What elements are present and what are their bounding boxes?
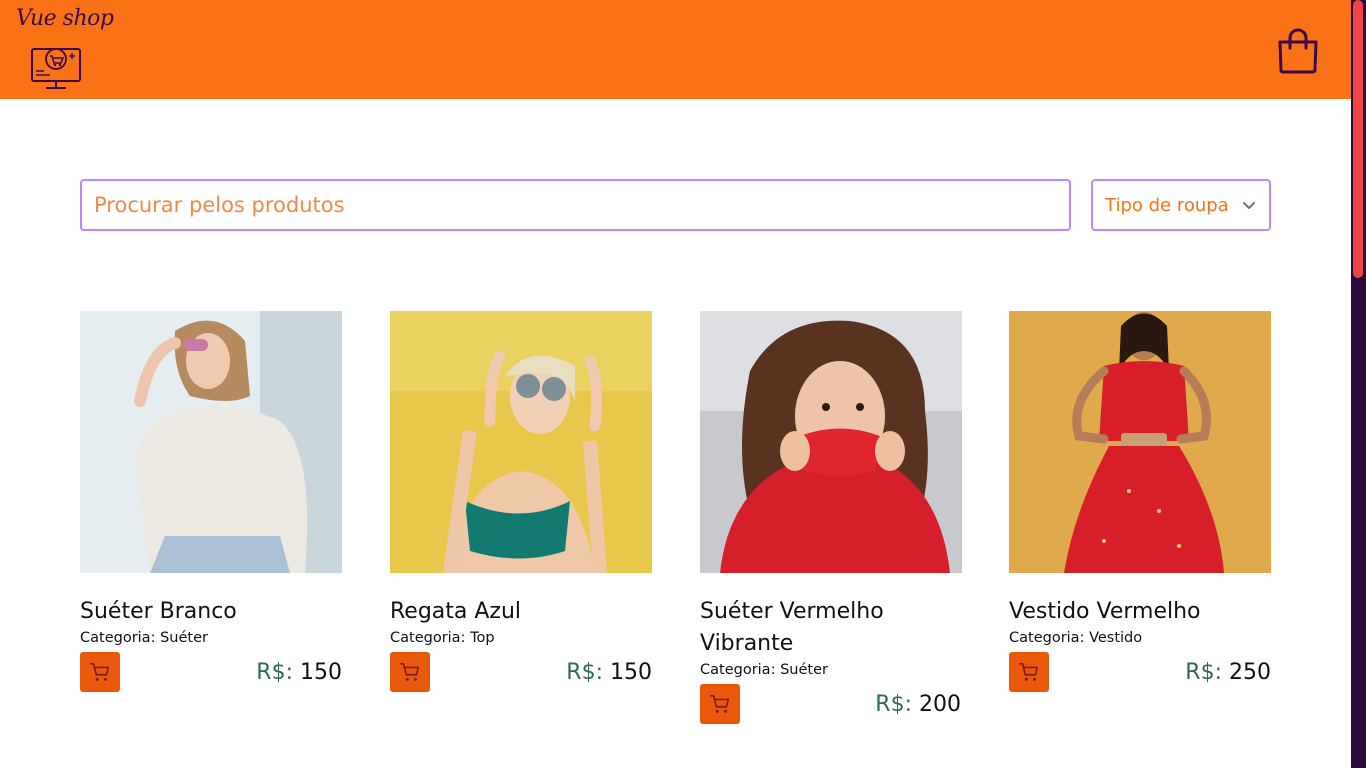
- add-to-cart-button[interactable]: [1009, 652, 1049, 692]
- price-value: 250: [1229, 659, 1271, 685]
- category-label: Categoria:: [80, 630, 161, 646]
- price-value: 150: [610, 659, 652, 685]
- product-image[interactable]: [80, 311, 342, 573]
- category-value: Vestido: [1089, 630, 1143, 646]
- price-value: 150: [300, 659, 342, 685]
- add-to-cart-button[interactable]: [80, 652, 120, 692]
- product-name[interactable]: Suéter Vermelho Vibrante: [700, 596, 961, 660]
- shopping-bag-icon[interactable]: [1276, 26, 1320, 74]
- product-category: Categoria: Suéter: [700, 660, 961, 680]
- product-card: Suéter Vermelho Vibrante Categoria: Suét…: [700, 311, 962, 724]
- category-value: Top: [470, 630, 495, 646]
- select-label: Tipo de roupa: [1105, 194, 1229, 216]
- page-scrollbar[interactable]: [1351, 0, 1366, 768]
- product-name[interactable]: Vestido Vermelho: [1009, 596, 1271, 628]
- computer-cart-icon[interactable]: [30, 45, 82, 91]
- category-label: Categoria:: [700, 662, 781, 678]
- currency-label: R$:: [875, 691, 912, 717]
- product-category: Categoria: Top: [390, 628, 652, 648]
- product-price: R$: 150: [566, 660, 652, 685]
- product-price: R$: 250: [1185, 660, 1271, 685]
- product-price: R$: 150: [256, 660, 342, 685]
- product-image[interactable]: [390, 311, 652, 573]
- category-value: Suéter: [780, 662, 828, 678]
- cart-icon: [400, 662, 420, 681]
- cart-icon: [710, 694, 730, 713]
- price-value: 200: [919, 691, 961, 717]
- cart-icon: [90, 662, 110, 681]
- product-card: Suéter Branco Categoria: Suéter R$: 150: [80, 311, 342, 692]
- product-image[interactable]: [700, 311, 962, 573]
- scrollbar-thumb[interactable]: [1353, 0, 1363, 278]
- category-value: Suéter: [160, 630, 208, 646]
- brand-title[interactable]: Vue shop: [16, 6, 114, 31]
- product-price: R$: 200: [875, 692, 961, 717]
- category-label: Categoria:: [1009, 630, 1090, 646]
- product-card: Vestido Vermelho Categoria: Vestido R$: …: [1009, 311, 1271, 692]
- category-label: Categoria:: [390, 630, 471, 646]
- currency-label: R$:: [566, 659, 603, 685]
- product-category: Categoria: Suéter: [80, 628, 342, 648]
- currency-label: R$:: [256, 659, 293, 685]
- product-card: Regata Azul Categoria: Top R$: 150: [390, 311, 652, 692]
- product-name[interactable]: Suéter Branco: [80, 596, 342, 628]
- search-input[interactable]: [80, 179, 1071, 231]
- cart-icon: [1019, 662, 1039, 681]
- product-image[interactable]: [1009, 311, 1271, 573]
- chevron-down-icon: [1243, 202, 1255, 209]
- currency-label: R$:: [1185, 659, 1222, 685]
- header-bar: Vue shop: [0, 0, 1351, 99]
- add-to-cart-button[interactable]: [390, 652, 430, 692]
- add-to-cart-button[interactable]: [700, 684, 740, 724]
- product-category: Categoria: Vestido: [1009, 628, 1271, 648]
- clothing-type-select[interactable]: Tipo de roupa: [1091, 179, 1271, 231]
- product-name[interactable]: Regata Azul: [390, 596, 652, 628]
